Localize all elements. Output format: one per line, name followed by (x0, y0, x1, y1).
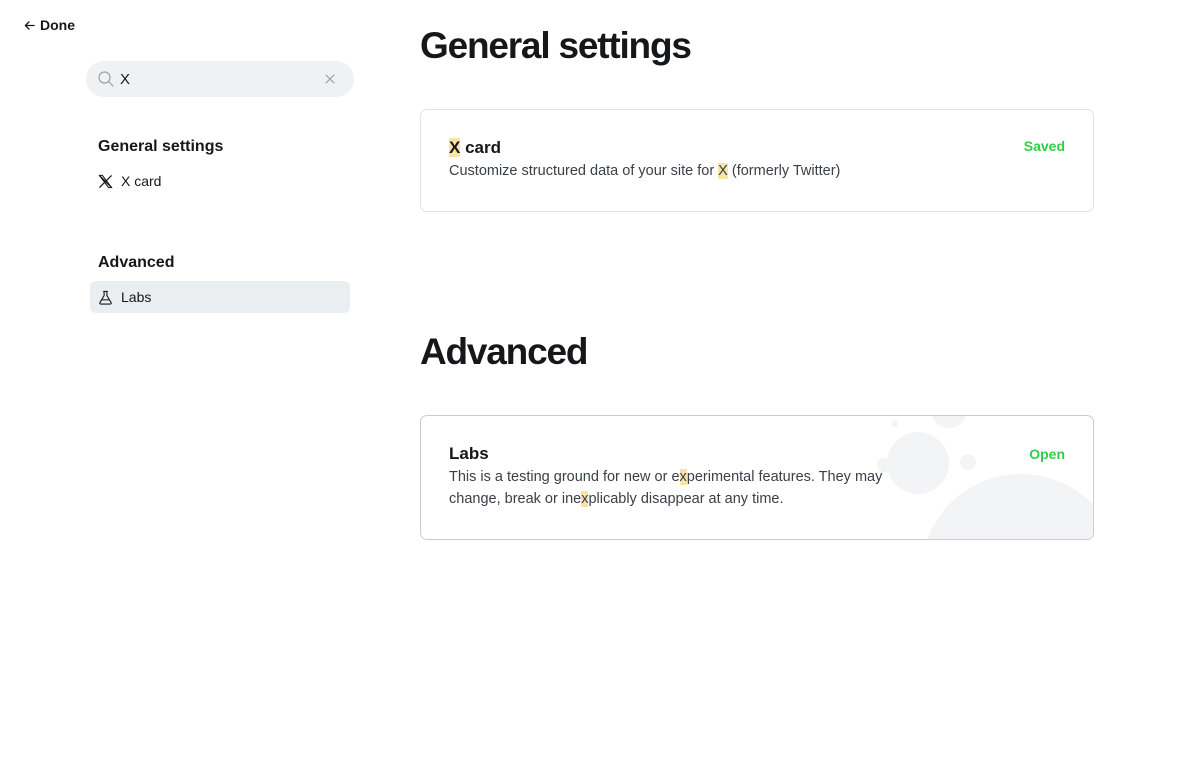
decorative-bubble (932, 416, 966, 428)
desc-text: (formerly Twitter) (727, 163, 841, 179)
section-title-advanced: Advanced (420, 331, 588, 372)
card-title: Labs (449, 444, 489, 463)
sidebar-heading-advanced: Advanced (98, 254, 175, 271)
search-highlight: x (679, 469, 687, 485)
sidebar-item-label: X card (121, 173, 162, 189)
search-highlight: X (718, 163, 728, 179)
decorative-bubble (960, 454, 976, 470)
saved-status: Saved (1023, 138, 1065, 154)
labs-card[interactable]: Labs This is a testing ground for new or… (420, 415, 1094, 540)
search-input[interactable] (120, 61, 320, 97)
desc-text: perimental features. They may (686, 469, 883, 485)
desc-text: change, break or ine (449, 491, 582, 507)
sidebar-item-label: Labs (121, 289, 152, 305)
decorative-bubble (891, 420, 898, 427)
open-button[interactable]: Open (1029, 446, 1065, 462)
sidebar-item-labs[interactable]: Labs (90, 281, 350, 313)
search-highlight: X (449, 138, 461, 157)
done-label: Done (40, 17, 75, 33)
card-title: X card (449, 138, 501, 158)
sidebar-heading-general: General settings (98, 138, 224, 155)
search-bar (86, 61, 354, 97)
section-title-general: General settings (420, 25, 692, 66)
arrow-left-icon (24, 20, 35, 30)
desc-text: This is a testing ground for new or e (449, 469, 680, 485)
sidebar-item-x-card[interactable]: X card (90, 165, 350, 197)
search-icon (98, 71, 114, 87)
x-logo-icon (98, 174, 113, 188)
x-card-setting[interactable]: X card Customize structured data of your… (420, 109, 1094, 212)
done-button[interactable]: Done (24, 17, 75, 33)
close-icon[interactable] (325, 74, 335, 84)
card-description: This is a testing ground for new or expe… (449, 466, 929, 510)
card-title-text: card (460, 138, 501, 157)
card-description: Customize structured data of your site f… (449, 160, 840, 182)
desc-text: Customize structured data of your site f… (449, 163, 719, 179)
flask-icon (99, 290, 112, 305)
decorative-bubble (921, 474, 1093, 539)
desc-text: plicably disappear at any time. (588, 491, 784, 507)
